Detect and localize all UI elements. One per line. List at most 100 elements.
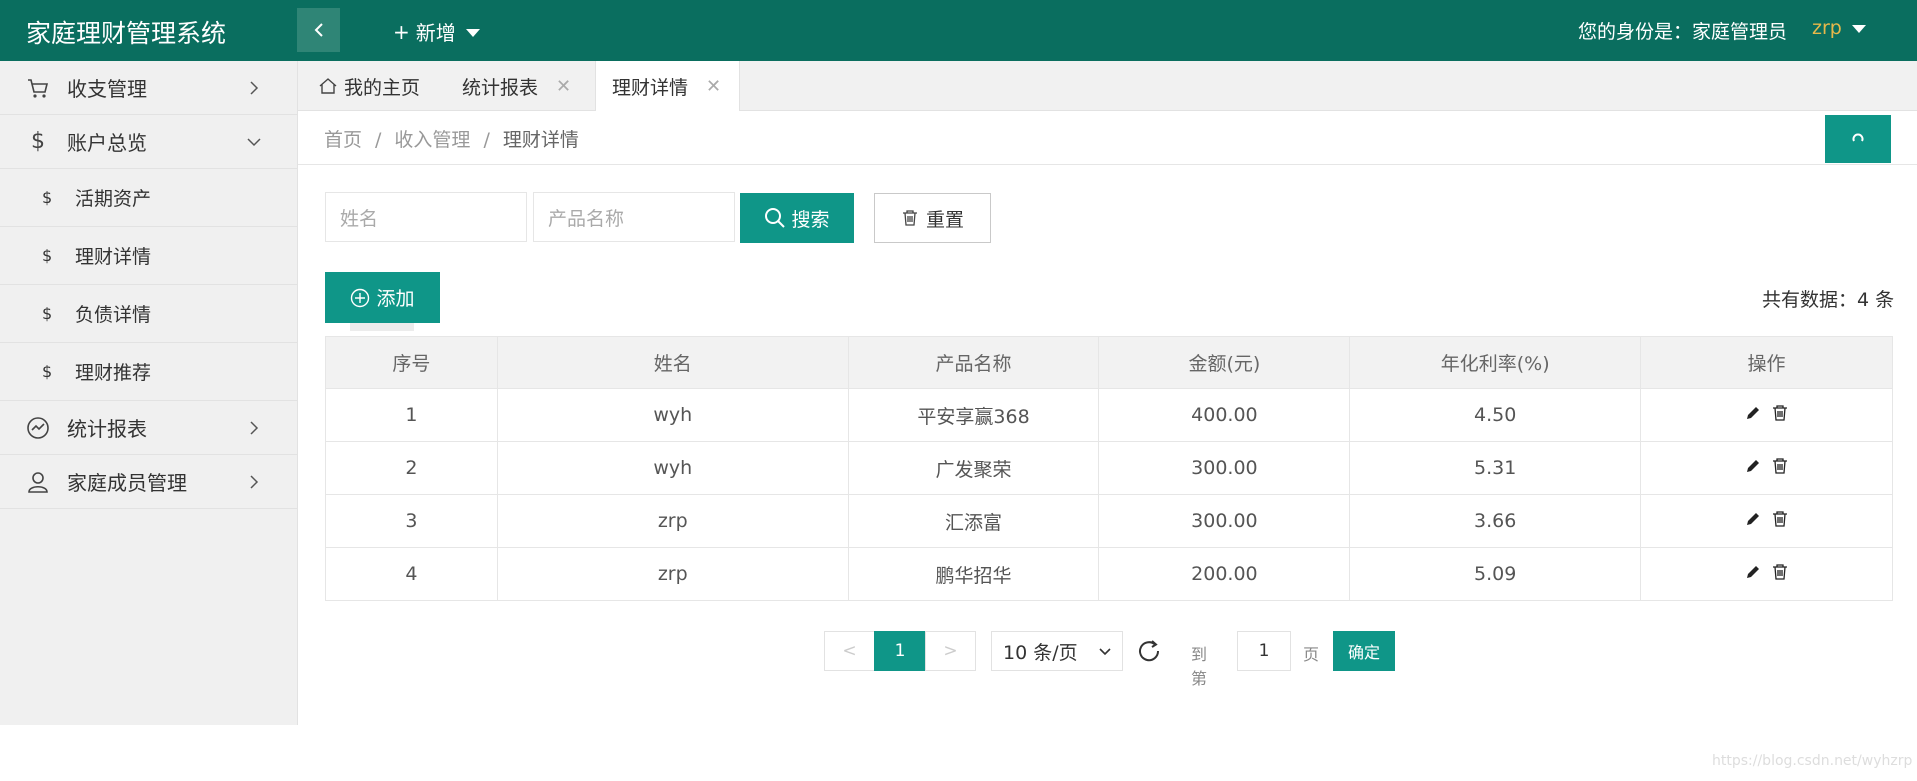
col-header-amount: 金额(元) — [1098, 336, 1351, 389]
name-search-input[interactable]: 姓名 — [325, 192, 527, 242]
delete-icon[interactable] — [1772, 405, 1788, 421]
cell-amount: 300.00 — [1098, 494, 1351, 548]
sidebar-item-accounts[interactable]: $ 账户总览 — [0, 115, 297, 169]
dollar-icon: $ — [42, 304, 53, 323]
tab-label: 我的主页 — [344, 76, 421, 99]
sidebar-subitem-finance-details[interactable]: $ 理财详情 — [0, 227, 297, 285]
goto-page-input[interactable]: 1 — [1237, 631, 1291, 671]
cart-icon — [28, 79, 49, 98]
col-header-rate: 年化利率(%) — [1349, 336, 1642, 389]
page-1-button[interactable]: 1 — [874, 631, 926, 671]
page-unit-label: 页 — [1303, 645, 1320, 664]
next-page-button[interactable]: > — [925, 631, 976, 671]
sidebar-item-reports[interactable]: 统计报表 — [0, 401, 297, 455]
cell-name: wyh — [496, 388, 849, 442]
cell-index: 2 — [325, 441, 498, 495]
cell-amount: 400.00 — [1098, 388, 1351, 442]
edit-icon[interactable] — [1745, 511, 1761, 527]
tab-label: 统计报表 — [462, 76, 539, 99]
sidebar-subitem-label: 负债详情 — [75, 304, 152, 326]
user-menu[interactable]: zrp — [1812, 17, 1866, 39]
edit-icon[interactable] — [1745, 564, 1761, 580]
plus-icon: + — [393, 19, 410, 44]
chevron-left-icon — [314, 23, 323, 37]
sidebar-subitem-debt-details[interactable]: $ 负债详情 — [0, 285, 297, 343]
reset-button-label: 重置 — [925, 208, 964, 231]
cell-name: zrp — [496, 494, 849, 548]
trash-icon — [902, 210, 917, 226]
sidebar-subitem-finance-recommend[interactable]: $ 理财推荐 — [0, 343, 297, 401]
cell-actions — [1640, 441, 1893, 495]
cell-product: 汇添富 — [847, 494, 1100, 548]
dollar-icon: $ — [42, 246, 53, 265]
tab-bar: 我的主页 统计报表 ✕ 理财详情 ✕ — [298, 61, 1917, 112]
page-size-select[interactable]: 10 条/页 — [991, 631, 1123, 671]
sidebar-item-income-expense[interactable]: 收支管理 — [0, 61, 297, 115]
caret-down-icon — [1851, 25, 1866, 33]
user-icon — [28, 472, 48, 493]
sidebar-subitem-label: 理财推荐 — [75, 362, 152, 384]
table-row: 3 zrp 汇添富 300.00 3.66 — [325, 494, 1893, 548]
col-header-name: 姓名 — [496, 336, 849, 389]
table-row: 1 wyh 平安享赢368 400.00 4.50 — [325, 388, 1893, 442]
table-row: 2 wyh 广发聚荣 300.00 5.31 — [325, 441, 1893, 495]
add-button-label: 添加 — [376, 288, 415, 310]
cell-rate: 5.09 — [1349, 547, 1642, 601]
chevron-right-icon — [250, 421, 259, 435]
cell-rate: 3.66 — [1349, 494, 1642, 548]
close-icon[interactable]: ✕ — [706, 76, 721, 97]
dollar-icon: $ — [31, 129, 45, 154]
cell-product: 平安享赢368 — [847, 388, 1100, 442]
add-new-menu[interactable]: + 新增 — [393, 17, 480, 46]
finance-table: 序号 姓名 产品名称 金额(元) 年化利率(%) 操作 1 wyh 平安享赢36… — [325, 336, 1893, 601]
page-refresh-button[interactable] — [1825, 115, 1891, 163]
home-icon — [319, 78, 337, 94]
watermark: https://blog.csdn.net/wyhzrp — [1712, 753, 1913, 769]
cell-index: 1 — [325, 388, 498, 442]
tab-reports[interactable]: 统计报表 ✕ — [462, 61, 571, 111]
delete-icon[interactable] — [1772, 511, 1788, 527]
refresh-icon[interactable] — [1136, 638, 1162, 664]
col-header-actions: 操作 — [1640, 336, 1893, 389]
cell-index: 3 — [325, 494, 498, 548]
dollar-icon: $ — [42, 188, 53, 207]
add-button-shadow — [350, 323, 414, 331]
sidebar-item-label: 统计报表 — [67, 417, 147, 441]
search-button[interactable]: 搜索 — [740, 193, 854, 243]
breadcrumb-home[interactable]: 首页 — [324, 129, 362, 151]
table-header-row: 序号 姓名 产品名称 金额(元) 年化利率(%) 操作 — [325, 336, 1893, 389]
goto-confirm-button[interactable]: 确定 — [1333, 631, 1395, 671]
cell-rate: 4.50 — [1349, 388, 1642, 442]
delete-icon[interactable] — [1772, 564, 1788, 580]
col-header-index: 序号 — [325, 336, 498, 389]
edit-icon[interactable] — [1745, 458, 1761, 474]
cell-rate: 5.31 — [1349, 441, 1642, 495]
breadcrumb-income[interactable]: 收入管理 — [394, 129, 470, 151]
breadcrumb-current: 理财详情 — [502, 129, 579, 151]
cell-product: 广发聚荣 — [847, 441, 1100, 495]
sidebar-subitem-label: 理财详情 — [75, 246, 152, 268]
sidebar-item-family-members[interactable]: 家庭成员管理 — [0, 455, 297, 509]
sidebar: 收支管理 $ 账户总览 $ 活期资产 $ 理财详情 $ 负债详情 $ 理财推荐 … — [0, 61, 298, 725]
prev-page-button[interactable]: < — [824, 631, 875, 671]
sidebar-subitem-current-assets[interactable]: $ 活期资产 — [0, 169, 297, 227]
user-name: zrp — [1812, 17, 1842, 39]
tab-home[interactable]: 我的主页 — [318, 61, 420, 111]
delete-icon[interactable] — [1772, 458, 1788, 474]
goto-label: 到第 — [1191, 645, 1208, 688]
sidebar-collapse-button[interactable] — [297, 8, 340, 52]
dollar-icon: $ — [42, 362, 53, 381]
cell-actions — [1640, 494, 1893, 548]
sidebar-subitem-label: 活期资产 — [75, 188, 152, 210]
reset-button[interactable]: 重置 — [874, 193, 991, 243]
close-icon[interactable]: ✕ — [556, 76, 571, 97]
sidebar-item-label: 家庭成员管理 — [67, 471, 187, 495]
sidebar-item-label: 账户总览 — [67, 131, 147, 155]
add-button[interactable]: 添加 — [325, 272, 440, 323]
edit-icon[interactable] — [1745, 405, 1761, 421]
cell-index: 4 — [325, 547, 498, 601]
chart-icon — [27, 417, 49, 439]
tab-finance-details[interactable]: 理财详情 ✕ — [595, 61, 741, 112]
app-logo: 家庭理财管理系统 — [26, 19, 227, 48]
product-search-input[interactable]: 产品名称 — [533, 192, 735, 242]
